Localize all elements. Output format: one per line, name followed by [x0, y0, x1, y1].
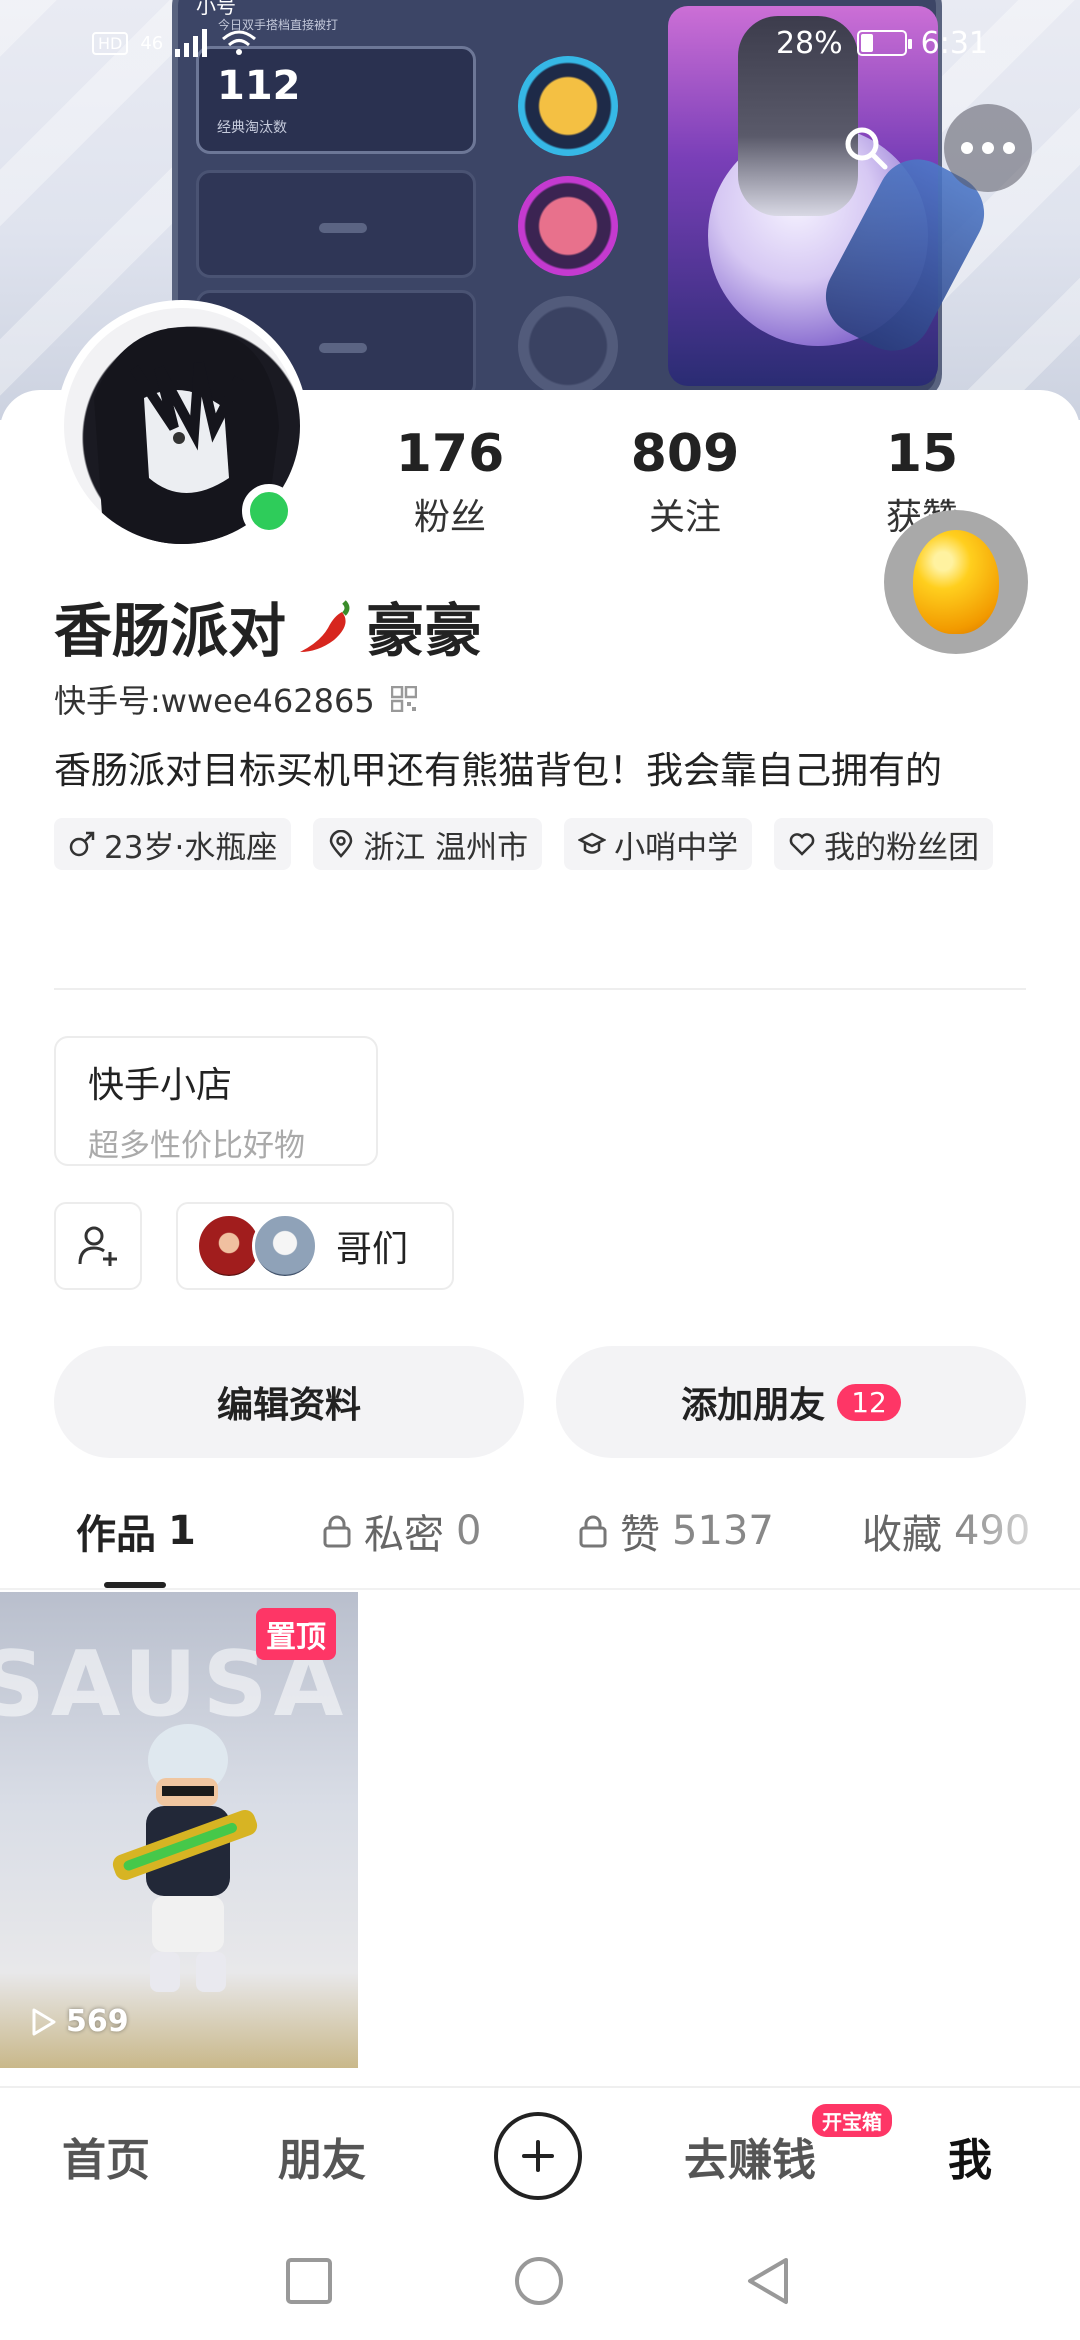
battery-fill	[860, 34, 873, 52]
group-member-avatar	[252, 1213, 318, 1279]
battery-percent: 28%	[775, 25, 843, 61]
nav-home[interactable]: 首页	[62, 2124, 150, 2188]
search-button[interactable]	[822, 104, 910, 192]
kuaishou-id-value: wwee462865	[160, 682, 375, 720]
add-contact-button[interactable]	[54, 1202, 142, 1290]
tab-label: 赞	[620, 1512, 660, 1558]
kuaishou-id-prefix: 快手号:	[54, 682, 161, 720]
stat-label: 粉丝	[413, 497, 486, 538]
tab-private[interactable]: 私密 0	[322, 1502, 481, 1560]
view-count-number: 569	[66, 2004, 129, 2039]
shop-subtitle: 超多性价比好物	[88, 1128, 305, 1164]
tab-count: 1	[168, 1508, 196, 1554]
chili-pepper-icon	[300, 600, 350, 652]
add-friend-badge: 12	[837, 1383, 901, 1421]
status-bar: HD 46 28% 6:31	[0, 0, 1080, 86]
clock: 6:31	[920, 25, 988, 61]
recent-apps-icon[interactable]	[284, 2256, 334, 2306]
profile-name-suffix: 豪豪	[366, 597, 483, 665]
hd-badge: HD	[92, 31, 129, 55]
tab-count: 0	[456, 1508, 482, 1554]
golden-egg-button[interactable]	[884, 510, 1028, 654]
game-card-empty	[196, 170, 476, 278]
tag-school[interactable]: 小哨中学	[564, 818, 753, 870]
heart-icon	[789, 833, 815, 856]
add-friend-label: 添加朋友	[681, 1385, 826, 1426]
more-button[interactable]	[944, 104, 1032, 192]
treasure-box-badge[interactable]: 开宝箱	[812, 2104, 892, 2137]
content-tabs: 作品 1 私密 0 赞 5137 收藏 490	[0, 1480, 1080, 1590]
group-label: 哥们	[336, 1229, 409, 1270]
status-left: HD 46	[92, 29, 257, 57]
school-icon	[578, 832, 607, 854]
play-icon	[32, 2008, 56, 2035]
divider	[54, 988, 1026, 990]
location-icon	[330, 830, 353, 858]
tag-text: 浙江 温州市	[363, 829, 529, 866]
tab-label: 私密	[364, 1512, 444, 1558]
profile-tags: 23岁·水瓶座 浙江 温州市 小哨中学 我的粉丝团	[54, 818, 1034, 870]
tab-label: 作品	[76, 1512, 156, 1558]
wifi-icon	[222, 30, 257, 55]
tag-location[interactable]: 浙江 温州市	[313, 818, 543, 870]
character-figure	[112, 1724, 258, 1992]
signal-icon	[175, 29, 208, 57]
tab-works[interactable]: 作品 1	[76, 1502, 196, 1560]
nav-earn[interactable]: 去赚钱	[684, 2124, 816, 2188]
back-triangle-icon[interactable]	[744, 2256, 794, 2306]
stat-number: 15	[885, 424, 959, 484]
edit-profile-button[interactable]: 编辑资料	[54, 1346, 524, 1458]
lock-icon	[579, 1515, 607, 1548]
bottom-nav: 首页 朋友 去赚钱 开宝箱 我	[0, 2086, 1080, 2218]
tag-fan-club[interactable]: 我的粉丝团	[774, 818, 994, 870]
kuaishou-shop-card[interactable]: 快手小店 超多性价比好物	[54, 1036, 378, 1166]
shop-title: 快手小店	[88, 1065, 233, 1106]
profile-name: 香肠派对 豪豪	[54, 584, 482, 668]
status-right: 28% 6:31	[776, 26, 988, 61]
group-chat-entry[interactable]: 哥们	[176, 1202, 454, 1290]
network-label: 46	[140, 32, 164, 54]
qrcode-icon[interactable]	[390, 686, 417, 712]
lock-icon	[323, 1515, 351, 1548]
stat-fans[interactable]: 176 粉丝	[350, 424, 550, 540]
kuaishou-id-label: 快手号:wwee462865	[54, 676, 375, 722]
more-icon	[961, 142, 1015, 154]
stat-label: 关注	[648, 497, 721, 538]
stat-number: 176	[395, 424, 505, 484]
add-user-icon	[78, 1226, 117, 1266]
view-count: 569	[28, 2004, 129, 2039]
work-thumbnail[interactable]: SAUSA 置顶 569	[0, 1592, 358, 2068]
system-navigation-bar	[0, 2218, 1080, 2340]
medal-icon	[518, 296, 618, 396]
search-icon	[845, 127, 888, 170]
battery-icon	[856, 30, 912, 56]
tab-liked[interactable]: 赞 5137	[578, 1502, 774, 1560]
pinned-badge: 置顶	[256, 1608, 336, 1660]
male-icon	[69, 831, 95, 857]
medal-icon	[518, 176, 618, 276]
create-button[interactable]	[494, 2112, 582, 2200]
tabs-fade-overlay	[960, 1480, 1080, 1580]
tag-text: 小哨中学	[614, 829, 739, 866]
add-friend-button[interactable]: 添加朋友 12	[556, 1346, 1026, 1458]
profile-bio[interactable]: 香肠派对目标买机甲还有熊猫背包！我会靠自己拥有的	[54, 740, 942, 794]
active-tab-indicator	[104, 1582, 166, 1588]
edit-profile-label: 编辑资料	[216, 1385, 361, 1426]
tag-text: 我的粉丝团	[824, 829, 980, 866]
game-stat-label: 经典淘汰数	[217, 120, 287, 136]
stat-following[interactable]: 809 关注	[585, 424, 785, 540]
golden-egg-icon	[913, 530, 999, 634]
kuaishou-id-row[interactable]: 快手号:wwee462865	[54, 676, 417, 722]
tag-text: 23岁·水瓶座	[104, 829, 278, 866]
home-circle-icon[interactable]	[514, 2256, 564, 2306]
tag-age-zodiac[interactable]: 23岁·水瓶座	[54, 818, 292, 870]
stat-number: 809	[630, 424, 740, 484]
tab-count: 5137	[672, 1508, 774, 1554]
nav-me[interactable]: 我	[948, 2124, 992, 2188]
tab-label: 收藏	[862, 1512, 942, 1558]
nav-friends[interactable]: 朋友	[278, 2124, 366, 2188]
plus-icon	[522, 2140, 554, 2172]
profile-name-prefix: 香肠派对	[54, 597, 287, 665]
